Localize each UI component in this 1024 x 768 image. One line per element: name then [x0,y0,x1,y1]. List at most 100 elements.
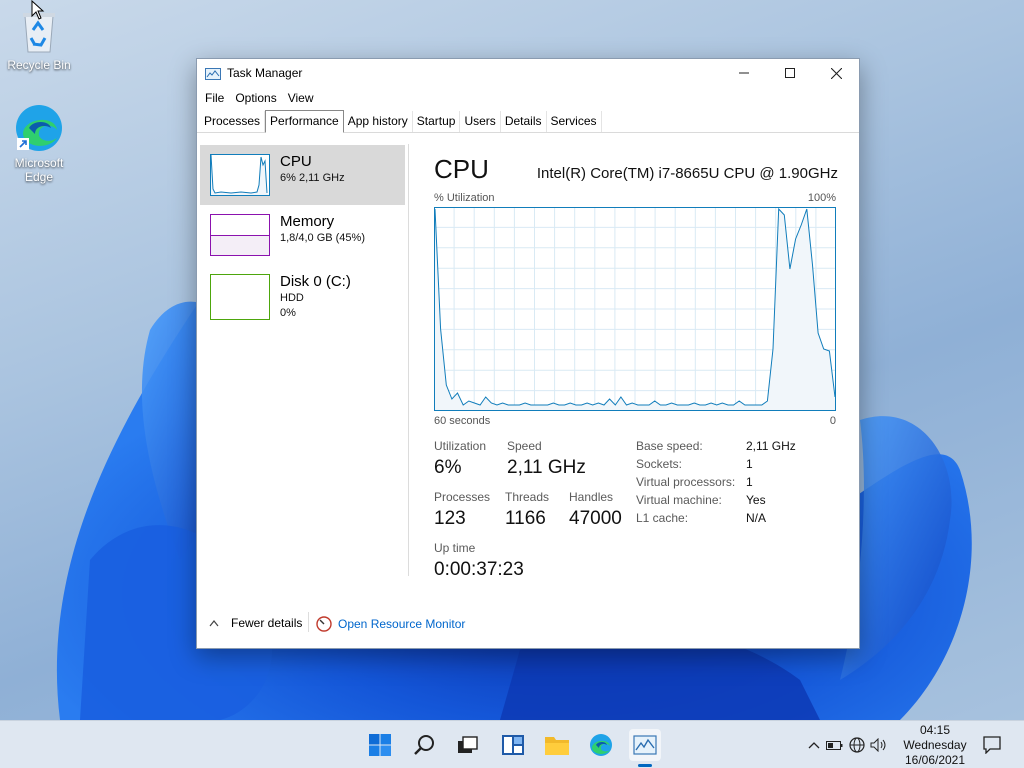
graph-label-zero: 0 [829,415,836,427]
tab-processes[interactable]: Processes [200,111,266,132]
task-manager-icon [205,67,221,80]
edge-icon [15,104,63,152]
fewer-details-button[interactable]: Fewer details [209,616,302,630]
minimize-button[interactable] [721,59,767,87]
resource-list: CPU 6% 2,11 GHz Memory 1,8/4,0 GB (45%) … [200,145,405,325]
menu-file[interactable]: File [200,91,229,105]
utilization-label: Utilization [434,439,487,453]
sidebar-cpu-name: CPU [280,153,312,170]
network-button[interactable] [846,737,868,753]
speed-label: Speed [507,439,542,453]
edge-label-line2: Edge [24,170,54,184]
window-footer: Fewer details Open Resource Monitor [197,598,859,648]
maximize-icon [785,68,795,78]
task-view-icon [458,736,478,753]
cpu-utilization-graph [434,207,836,411]
cpu-thumbnail-graph [210,154,270,196]
sidebar-disk-type: HDD [280,292,304,304]
task-manager-taskbar-button[interactable] [629,729,661,767]
start-button[interactable] [364,729,396,761]
uptime-value: 0:00:37:23 [434,559,524,580]
battery-icon [826,741,843,750]
sidebar-disk-name: Disk 0 (C:) [280,273,351,290]
graph-label-utilization: % Utilization [434,192,495,204]
tab-details[interactable]: Details [501,111,547,132]
clock-date: 16/06/2021 [904,753,966,767]
mouse-cursor-icon [31,0,45,20]
sidebar-disk-usage: 0% [280,307,296,319]
info-base-speed-value: 2,11 GHz [746,439,796,453]
task-manager-icon [633,735,657,755]
menu-bar: File Options View [197,87,859,109]
open-resource-monitor-label: Open Resource Monitor [338,617,466,631]
threads-label: Threads [505,490,550,504]
info-sockets-value: 1 [746,457,753,471]
widgets-button[interactable] [497,729,529,761]
handles-value: 47000 [569,508,622,529]
desktop-icon-edge[interactable]: Microsoft Edge [1,104,77,184]
cpu-model-name: Intel(R) Core(TM) i7-8665U CPU @ 1.90GHz [536,165,838,182]
info-virtual-processors-key: Virtual processors: [636,475,736,489]
info-base-speed-key: Base speed: [636,439,703,453]
tab-app-history[interactable]: App history [344,111,413,132]
edge-label-line1: Microsoft [14,156,64,170]
processes-label: Processes [434,490,491,504]
graph-label-max: 100% [807,192,836,204]
notifications-button[interactable] [976,729,1008,761]
memory-thumbnail-graph [210,214,270,256]
sidebar-cpu-sub: 6% 2,11 GHz [280,172,345,184]
battery-button[interactable] [824,739,846,751]
edge-icon [590,734,612,756]
sidebar-memory-sub: 1,8/4,0 GB (45%) [280,232,365,244]
cpu-heading: CPU [434,154,489,184]
globe-icon [849,737,865,753]
task-view-button[interactable] [452,729,484,761]
search-button[interactable] [409,729,441,761]
footer-divider [308,612,309,632]
info-l1-cache-value: N/A [746,511,767,525]
sidebar-item-disk[interactable]: Disk 0 (C:) HDD 0% [200,265,405,325]
search-icon [414,735,434,755]
info-sockets-key: Sockets: [636,457,683,471]
utilization-value: 6% [434,457,462,478]
clock[interactable]: 04:15 Wednesday 16/06/2021 [898,723,972,768]
windows-logo-icon [369,734,391,756]
processes-value: 123 [434,508,466,529]
close-button[interactable] [813,59,859,87]
title-bar[interactable]: Task Manager [197,59,859,87]
tab-services[interactable]: Services [547,111,602,132]
tab-performance[interactable]: Performance [265,110,344,133]
menu-options[interactable]: Options [230,91,281,105]
widgets-icon [502,735,524,755]
menu-view[interactable]: View [283,91,319,105]
tab-startup[interactable]: Startup [413,111,461,132]
chevron-up-icon [209,620,219,627]
task-manager-window: Task Manager File Options View Processes… [196,58,860,649]
file-explorer-button[interactable] [541,729,573,761]
performance-panel: CPU 6% 2,11 GHz Memory 1,8/4,0 GB (45%) … [197,134,859,590]
folder-icon [545,737,569,755]
sidebar-item-cpu[interactable]: CPU 6% 2,11 GHz [200,145,405,205]
info-virtual-machine-value: Yes [746,493,766,507]
handles-label: Handles [569,490,614,504]
window-title: Task Manager [227,66,303,80]
sidebar-memory-name: Memory [280,213,335,230]
disk-thumbnail-graph [210,274,270,320]
maximize-button[interactable] [767,59,813,87]
threads-value: 1166 [505,508,546,529]
fewer-details-label: Fewer details [231,616,303,630]
recycle-bin-label: Recycle Bin [7,58,71,72]
uptime-label: Up time [434,541,476,555]
show-hidden-icons-button[interactable] [804,741,824,749]
panel-divider [408,144,409,576]
active-app-indicator [638,764,652,767]
resource-monitor-icon [316,616,332,632]
sidebar-item-memory[interactable]: Memory 1,8/4,0 GB (45%) [200,205,405,265]
volume-button[interactable] [868,738,890,752]
tab-users[interactable]: Users [460,111,501,132]
open-resource-monitor-link[interactable]: Open Resource Monitor [316,616,465,632]
tab-bar: Processes Performance App history Startu… [197,109,859,133]
graph-label-time: 60 seconds [434,415,491,427]
info-virtual-processors-value: 1 [746,475,753,489]
edge-taskbar-button[interactable] [585,729,617,761]
